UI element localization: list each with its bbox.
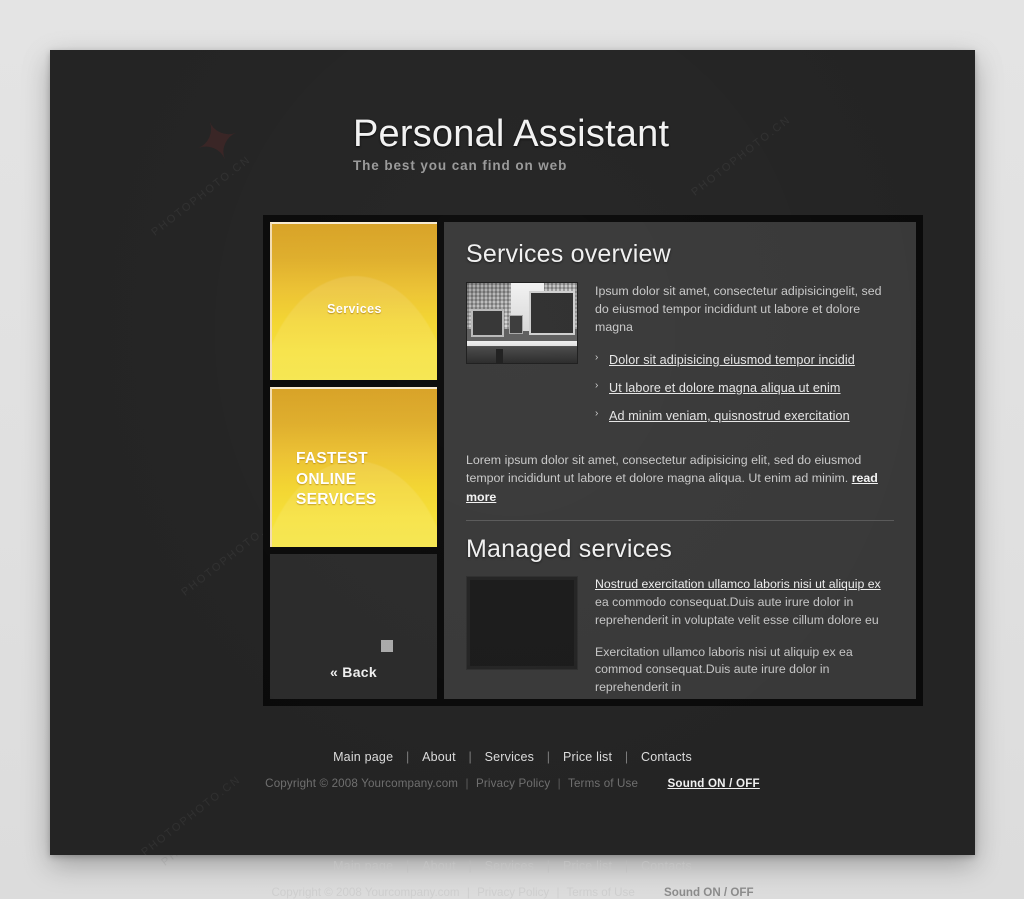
content-frame: Services FASTEST ONLINE SERVICES « Back … [263,215,923,706]
service-link[interactable]: Ad minim veniam, quisnostrud exercitatio… [609,409,850,423]
reflection-legal: Copyright © 2008 Yourcompany.com | Priva… [50,886,975,899]
reflection-link-contacts: Contacts [641,859,692,873]
reflection-privacy-policy: Privacy Policy [477,886,550,899]
reflection-sound-toggle: Sound ON / OFF [664,886,754,899]
terms-of-use-link[interactable]: Terms of Use [568,777,638,790]
promo-line-2: ONLINE [296,470,357,488]
services-overview-media-row: Ipsum dolor sit amet, consectetur adipis… [466,282,894,435]
copyright-text: Copyright © 2008 Yourcompany.com [265,777,459,790]
reflection-navigation: Main page | About | Services | Price lis… [50,856,975,873]
reflection-terms-of-use: Terms of Use [566,886,635,899]
list-item[interactable]: › Ut labore et dolore magna aliqua ut en… [595,379,894,397]
footer-separator: | [546,750,551,764]
sound-toggle-button[interactable]: Sound ON / OFF [667,777,759,790]
footer-link-contacts[interactable]: Contacts [632,750,701,764]
footer-link-main-page[interactable]: Main page [324,750,402,764]
section-divider [466,520,894,522]
services-overview-body: Lorem ipsum dolor sit amet, consectetur … [466,451,894,506]
stage-background: PHOTOPHOTO.CN ✦ PHOTOPHOTO.CN PHOTOPHOTO… [0,0,1024,899]
tile-promo-headline: FASTEST ONLINE SERVICES [296,449,377,511]
footer-legal: Copyright © 2008 Yourcompany.com | Priva… [50,777,975,790]
dark-placeholder-image [466,576,578,671]
managed-services-para-1-text: ea commodo consequat.Duis aute irure dol… [595,594,879,627]
website-page: ✦ PHOTOPHOTO.CN PHOTOPHOTO.CN PHOTOPHOTO… [50,50,975,855]
services-overview-body-text: Lorem ipsum dolor sit amet, consectetur … [466,452,862,486]
list-item[interactable]: › Ad minim veniam, quisnostrud exercitat… [595,407,894,425]
list-item[interactable]: › Dolor sit adipisicing eiusmod tempor i… [595,351,894,369]
sidebar-tiles: Services FASTEST ONLINE SERVICES « Back [270,222,437,699]
section-title-managed-services: Managed services [466,535,673,564]
footer-reflection: Main page | About | Services | Price lis… [50,856,975,899]
section-title-services-overview: Services overview [466,240,671,268]
footer-link-price-list[interactable]: Price list [554,750,621,764]
services-overview-lead: Ipsum dolor sit amet, consectetur adipis… [595,284,882,334]
nested-corner-logo-icon [293,122,339,170]
managed-services-media-row: Nostrud exercitation ullamco laboris nis… [466,576,894,697]
footer-navigation: Main page | About | Services | Price lis… [50,750,975,764]
footer-separator: | [624,750,629,764]
footer-separator: | [468,750,472,764]
reflection-link-main-page: Main page [333,859,394,873]
chevron-right-icon: › [595,407,599,419]
footer-separator: | [465,777,469,790]
tile-wave-decoration [272,276,437,380]
site-brand[interactable]: Personal Assistant The best you can find… [293,115,669,173]
footer-separator: | [557,777,561,790]
watermark-text: PHOTOPHOTO.CN [689,113,794,199]
promo-line-1: FASTEST [296,450,368,467]
privacy-policy-link[interactable]: Privacy Policy [476,777,550,790]
managed-services-section: Managed services Nostrud exercitation ul… [466,535,894,699]
site-title: Personal Assistant [353,113,670,155]
footer-separator: | [466,886,470,899]
tile-back[interactable]: « Back [270,554,437,699]
tile-services[interactable]: Services [270,222,437,380]
footer-separator: | [624,859,629,873]
reflection-link-about: About [422,859,456,873]
nested-corner-logo-icon [315,574,393,652]
watermark-text: PHOTOPHOTO.CN [149,153,254,239]
reflection-link-price-list: Price list [562,859,613,873]
footer-separator: | [405,750,410,764]
service-link[interactable]: Ut labore et dolore magna aliqua ut enim [609,381,841,395]
footer-link-services[interactable]: Services [476,750,544,764]
reflection-copyright-text: Copyright © 2008 Yourcompany.com [271,886,460,899]
reflection-link-services: Services [484,859,535,873]
managed-services-para-1: Nostrud exercitation ullamco laboris nis… [595,576,894,629]
footer-separator: | [556,886,560,899]
chevron-right-icon: › [595,351,599,363]
footer-separator: | [546,859,551,873]
office-monitors-photo [466,282,578,364]
footer-separator: | [405,859,410,873]
promo-line-3: SERVICES [296,491,377,509]
page-footer: Main page | About | Services | Price lis… [50,750,975,790]
site-tagline: The best you can find on web [353,158,568,173]
managed-services-para-2: Exercitation ullamco laboris nisi ut ali… [595,644,853,695]
tile-fastest-online-services[interactable]: FASTEST ONLINE SERVICES [270,387,437,547]
watermark-glyph: ✦ [185,105,251,179]
service-link[interactable]: Dolor sit adipisicing eiusmod tempor inc… [609,353,855,367]
back-button-label: « Back [330,663,377,680]
managed-services-inline-link[interactable]: Nostrud exercitation ullamco laboris nis… [595,577,881,591]
tile-services-label: Services [327,302,382,316]
footer-link-about[interactable]: About [413,750,465,764]
chevron-right-icon: › [595,379,599,391]
footer-separator: | [468,859,472,873]
services-overview-link-list: › Dolor sit adipisicing eiusmod tempor i… [595,351,894,425]
content-pane: Services overview Ipsum dolor sit amet, … [444,222,916,699]
